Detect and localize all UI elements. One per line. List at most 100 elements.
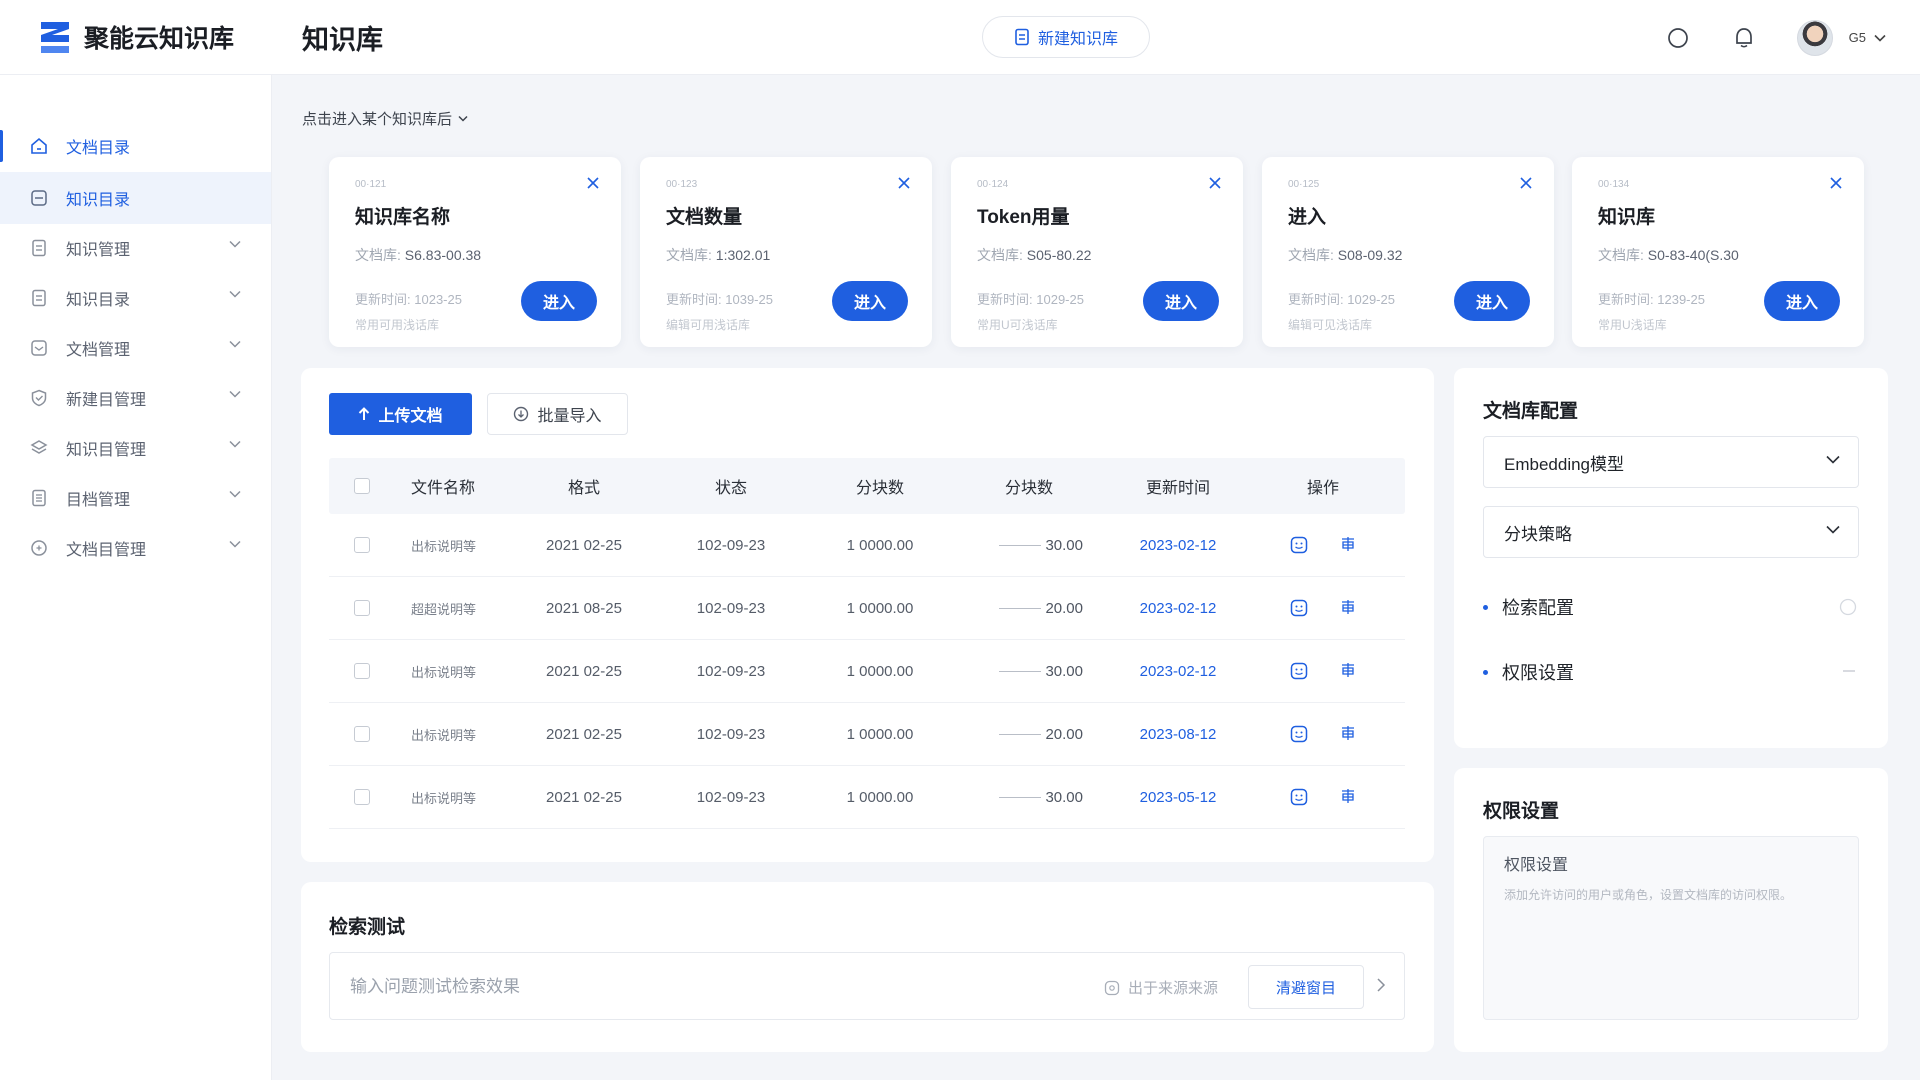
cell-actions [1253,788,1393,806]
kb-card-meta: 文档库: S08-09.32 [1288,245,1528,265]
sidebar-item-document-catalog-management[interactable]: 文档目管理 [0,522,271,574]
row-checkbox[interactable] [354,600,370,616]
sidebar-item-label: 知识目管理 [66,442,147,459]
row-select-cell [329,726,395,742]
chevron-down-icon [229,440,241,448]
kb-card-enter-button[interactable]: 进入 [1143,281,1219,321]
cell-status: 102-09-23 [696,536,766,554]
kb-card-enter-button[interactable]: 进入 [521,281,597,321]
kb-card: 00·134 知识库 文档库: S0-83-40(S.30 更新时间: 1239… [1572,157,1864,347]
retrieval-config-row[interactable]: 检索配置 [1483,592,1859,622]
edit-icon[interactable] [1340,725,1356,741]
sidebar-item-knowledge-management[interactable]: 知识管理 [0,222,271,274]
column-header[interactable]: 格式 [511,474,657,498]
knowledge-base-config-panel: 文档库配置 Embedding模型 分块策略 检索配置 权限设置 [1454,368,1888,748]
document-icon [1015,28,1029,46]
cell-name[interactable]: 出标说明等 [395,662,511,681]
preview-icon[interactable] [1290,599,1308,617]
sidebar-item-document-catalog[interactable]: 文档目录 [0,120,271,172]
cell-actions [1253,662,1393,680]
clear-button[interactable]: 清避窗目 [1248,965,1364,1009]
sidebar-item-knowledge-catalog[interactable]: 知识目录 [0,172,271,224]
select-all-checkbox[interactable] [354,478,370,494]
cell-blocks-secondary: 30.00 [955,663,1103,680]
source-tag[interactable]: 出于来源来源 [1104,977,1218,998]
kb-card-enter-button[interactable]: 进入 [1454,281,1530,321]
brand[interactable]: 聚能云知识库 [0,18,272,56]
cell-name[interactable]: 出标说明等 [395,725,511,744]
row-checkbox[interactable] [354,537,370,553]
preview-icon[interactable] [1290,536,1308,554]
document-table: 文件名称 格式 状态 分块数 分块数 更新时间 操作 出标说明等 2021 02… [329,458,1405,829]
preview-icon[interactable] [1290,662,1308,680]
column-header[interactable]: 分块数 [805,474,955,498]
sidebar-item-document-management[interactable]: 文档管理 [0,322,271,374]
close-icon[interactable] [898,177,910,189]
layers-icon [30,440,48,454]
cell-blocks-secondary-value: 30.00 [1045,536,1083,554]
edit-icon[interactable] [1340,662,1356,678]
preview-icon[interactable] [1290,725,1308,743]
cell-actions [1253,599,1393,617]
sidebar-item-catalog-management[interactable]: 目档管理 [0,472,271,524]
kb-card-meta: 文档库: S0-83-40(S.30 [1598,245,1838,265]
row-checkbox[interactable] [354,789,370,805]
kb-card-updated-value: 1239-25 [1657,292,1705,307]
embedding-model-select[interactable]: Embedding模型 [1483,436,1859,488]
column-header[interactable]: 状态 [657,474,805,498]
row-checkbox[interactable] [354,726,370,742]
breadcrumb-dropdown[interactable]: 点击进入某个知识库后 [302,108,468,129]
permission-textarea[interactable]: 权限设置 添加允许访问的用户或角色，设置文档库的访问权限。 [1483,836,1859,1020]
chunk-strategy-select[interactable]: 分块策略 [1483,506,1859,558]
cell-blocks-secondary: 30.00 [955,789,1103,806]
toggle-circle-icon[interactable] [1839,598,1857,616]
cell-updated: 2023-02-12 [1139,662,1217,680]
avatar[interactable] [1796,19,1833,56]
row-checkbox[interactable] [354,663,370,679]
breadcrumb-label: 点击进入某个知识库后 [302,111,453,128]
kb-card-enter-button[interactable]: 进入 [832,281,908,321]
column-header[interactable]: 文件名称 [395,474,511,498]
sidebar-item-label: 新建目管理 [66,392,147,409]
close-icon[interactable] [1830,177,1842,189]
kb-card-updated-label: 更新时间: [977,292,1033,307]
search-button[interactable] [1665,25,1691,51]
embedding-model-value: Embedding模型 [1504,454,1625,474]
notification-button[interactable] [1731,25,1757,51]
column-header[interactable]: 更新时间 [1103,474,1253,498]
close-icon[interactable] [1520,177,1532,189]
cell-name[interactable]: 出标说明等 [395,536,511,555]
edit-icon[interactable] [1340,788,1356,804]
sidebar-item-new-catalog-management[interactable]: 新建目管理 [0,372,271,424]
cell-name[interactable]: 超超说明等 [395,599,511,618]
sidebar-item-knowledge-catalog-2[interactable]: 知识目录 [0,272,271,324]
kb-card-enter-button[interactable]: 进入 [1764,281,1840,321]
permission-config-row[interactable]: 权限设置 [1483,657,1859,687]
kb-card-meta: 文档库: 1:302.01 [666,245,906,265]
kb-card-updated-value: 1029-25 [1347,292,1395,307]
close-icon[interactable] [587,177,599,189]
chevron-down-icon [229,490,241,498]
kb-card-meta-value: S08-09.32 [1337,247,1403,263]
close-icon[interactable] [1209,177,1221,189]
cell-blocks: 1 0000.00 [846,599,914,617]
kb-card-updated-label: 更新时间: [1288,292,1344,307]
edit-icon[interactable] [1340,599,1356,615]
batch-import-button[interactable]: 批量导入 [487,393,628,435]
upload-document-button[interactable]: 上传文档 [329,393,472,435]
column-header[interactable]: 分块数 [955,474,1103,498]
search-test-input[interactable] [350,967,1030,1007]
new-knowledge-base-button[interactable]: 新建知识库 [982,16,1150,58]
preview-icon[interactable] [1290,788,1308,806]
batch-import-label: 批量导入 [537,408,602,425]
cell-name[interactable]: 出标说明等 [395,788,511,807]
permission-config-label: 权限设置 [1502,663,1574,683]
edit-icon[interactable] [1340,536,1356,552]
chevron-right-icon[interactable] [1376,977,1386,993]
table-row: 超超说明等 2021 08-25 102-09-23 1 0000.00 20.… [329,577,1405,640]
sidebar-item-label: 目档管理 [66,492,131,509]
sidebar-item-knowledge-catalog-management[interactable]: 知识目管理 [0,422,271,474]
kb-card-updated-value: 1029-25 [1036,292,1084,307]
user-menu[interactable]: G5 [1849,30,1886,45]
permission-box-desc: 添加允许访问的用户或角色，设置文档库的访问权限。 [1504,888,1793,902]
